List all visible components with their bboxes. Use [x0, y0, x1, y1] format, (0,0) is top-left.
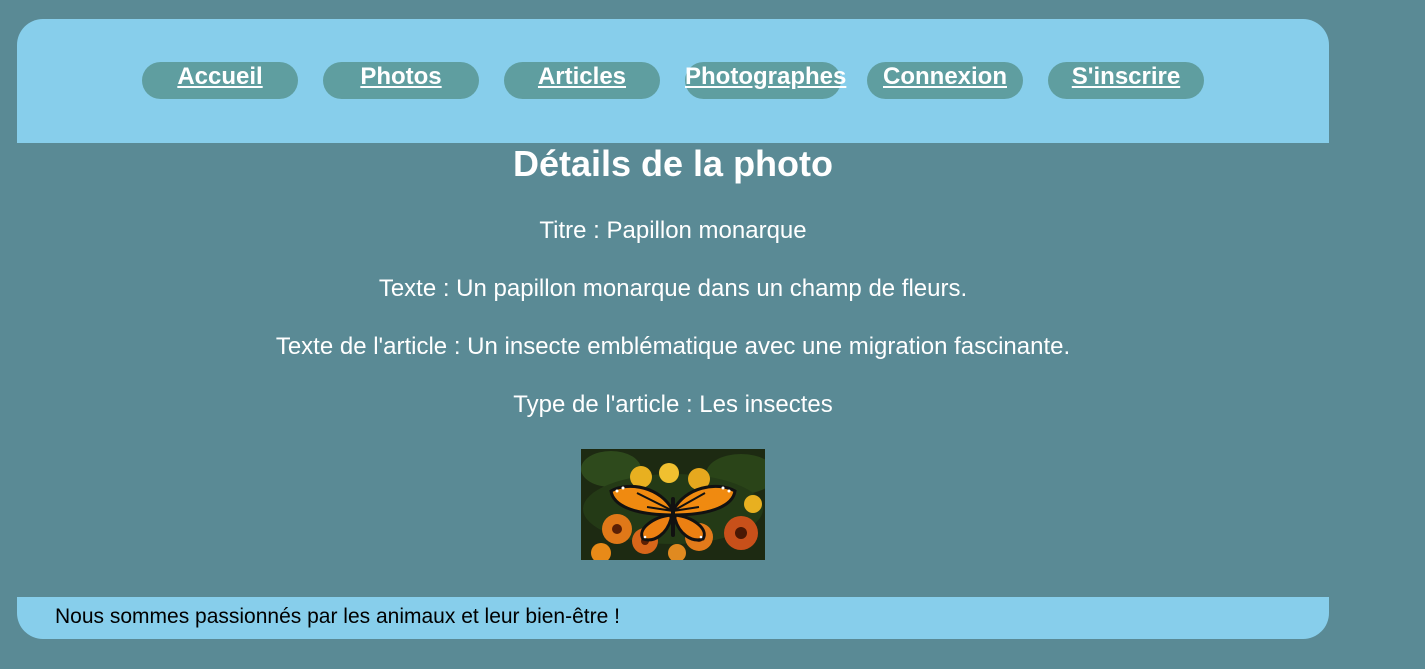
nav-item-sinscrire[interactable]: S'inscrire	[1048, 62, 1204, 99]
nav-link-connexion[interactable]: Connexion	[867, 62, 1023, 92]
nav-item-articles[interactable]: Articles	[504, 62, 660, 99]
nav-item-connexion[interactable]: Connexion	[867, 62, 1023, 99]
nav-item-accueil[interactable]: Accueil	[142, 62, 298, 99]
photo-details: Détails de la photo Titre : Papillon mon…	[17, 143, 1329, 597]
article-text: Texte de l'article : Un insecte emblémat…	[275, 333, 1071, 360]
main-nav: Accueil Photos Articles Photographes Con…	[17, 62, 1329, 99]
nav-link-photos[interactable]: Photos	[323, 62, 479, 92]
monarch-butterfly-photo	[581, 449, 765, 560]
header: Accueil Photos Articles Photographes Con…	[17, 19, 1329, 143]
nav-link-sinscrire[interactable]: S'inscrire	[1048, 62, 1204, 92]
photo-text: Texte : Un papillon monarque dans un cha…	[378, 275, 968, 302]
nav-link-photographes[interactable]: Photographes	[685, 62, 846, 92]
nav-item-photos[interactable]: Photos	[323, 62, 479, 99]
footer-text: Nous sommes passionnés par les animaux e…	[55, 605, 620, 628]
photo-title: Titre : Papillon monarque	[539, 217, 807, 244]
article-type: Type de l'article : Les insectes	[513, 391, 833, 418]
nav-item-photographes[interactable]: Photographes	[685, 62, 846, 99]
page-title: Détails de la photo	[512, 143, 834, 184]
footer: Nous sommes passionnés par les animaux e…	[17, 597, 1329, 639]
nav-link-articles[interactable]: Articles	[504, 62, 660, 92]
nav-link-accueil[interactable]: Accueil	[142, 62, 298, 92]
